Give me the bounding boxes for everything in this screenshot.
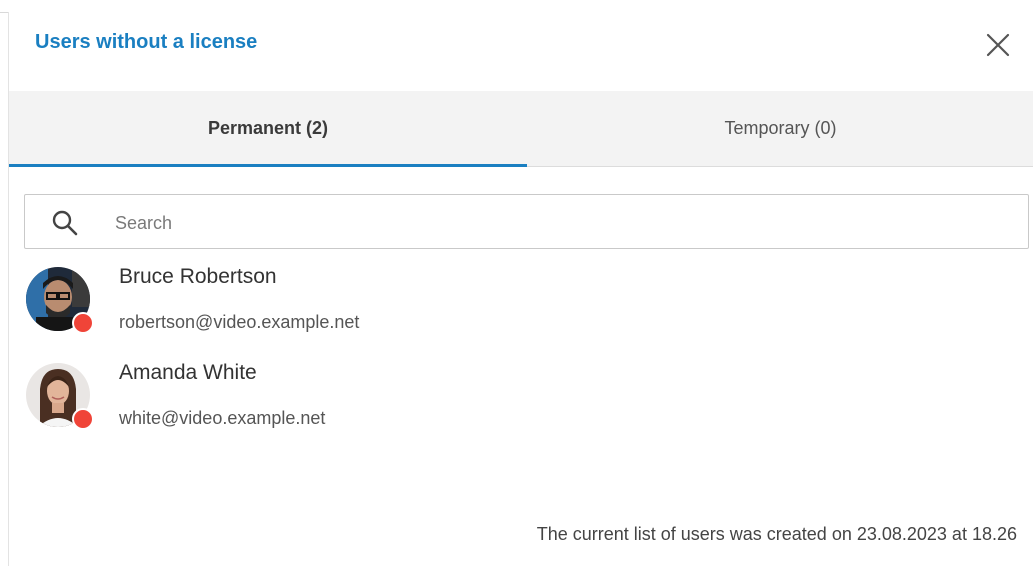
tab-permanent[interactable]: Permanent (2) [9,91,527,166]
close-icon [986,33,1010,57]
tab-temporary-label: Temporary (0) [724,118,837,138]
tab-permanent-label: Permanent (2) [207,118,329,138]
active-tab-indicator [9,164,527,167]
user-name: Amanda White [119,361,257,384]
offline-status-dot [72,408,94,430]
tab-bar: Permanent (2) Temporary (0) [9,91,1033,167]
search-icon [52,210,78,236]
user-list-item[interactable]: Bruce Robertson robertson@video.example.… [24,262,1024,350]
offline-status-dot [72,312,94,334]
search-box [24,194,1029,249]
search-input[interactable] [113,205,997,241]
user-email: white@video.example.net [119,408,326,428]
list-created-note: The current list of users was created on… [536,524,1017,544]
tab-temporary[interactable]: Temporary (0) [527,91,1033,166]
close-button[interactable] [985,32,1011,58]
users-without-license-dialog: Users without a license Permanent (2) Te… [8,12,1033,566]
user-email: robertson@video.example.net [119,312,360,332]
dialog-title: Users without a license [35,31,258,53]
user-list-item[interactable]: Amanda White white@video.example.net [24,358,1024,446]
user-name: Bruce Robertson [119,265,277,288]
